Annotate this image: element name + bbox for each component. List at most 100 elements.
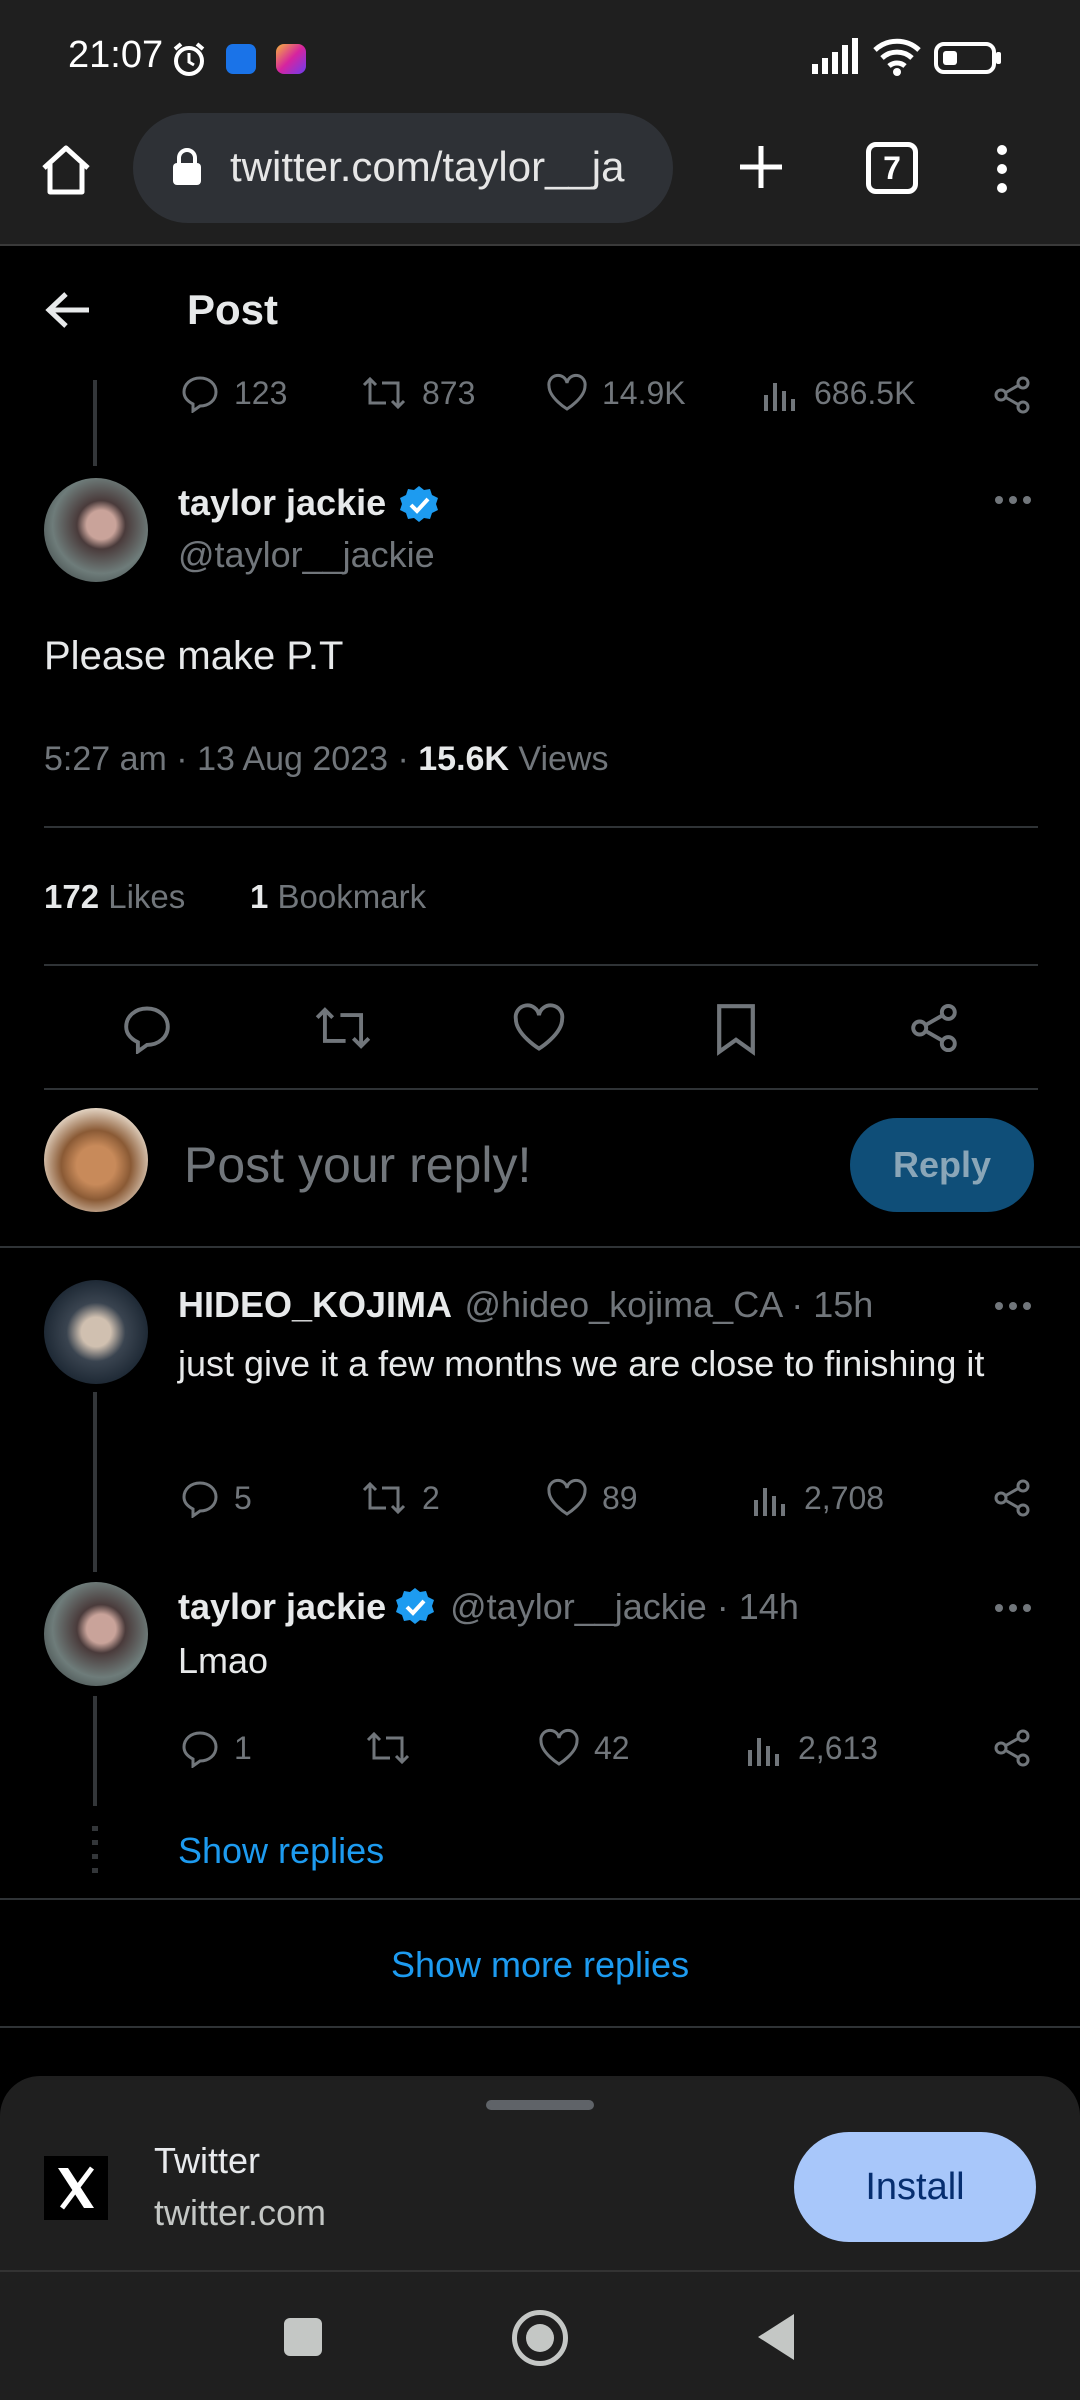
post-header: Post [0, 248, 1080, 380]
install-button[interactable]: Install [794, 2132, 1036, 2242]
prev-repost-count: 873 [422, 374, 476, 411]
alarm-icon [170, 40, 208, 78]
heart-icon [539, 1728, 579, 1766]
reply-count: 1 [234, 1729, 252, 1766]
repost-stat[interactable] [364, 1728, 426, 1768]
divider [0, 2026, 1080, 2028]
reply-author-name[interactable]: taylor jackie [178, 1586, 386, 1628]
address-bar[interactable]: twitter.com/taylor__ja [133, 113, 673, 223]
tab-switcher-button[interactable]: 7 [866, 142, 918, 194]
bookmark-icon[interactable] [712, 1002, 760, 1056]
views-icon [764, 383, 795, 411]
likes-count: 172 [44, 878, 100, 915]
heart-icon [547, 1478, 587, 1516]
repost-count: 2 [422, 1479, 440, 1516]
reply-author-handle[interactable]: @taylor__jackie · 14h [450, 1586, 799, 1628]
post-text: Please make P.T [44, 634, 344, 678]
x-logo-icon [44, 2156, 108, 2220]
prev-reply-count: 123 [234, 374, 288, 411]
home-nav-icon[interactable] [512, 2310, 568, 2366]
views-icon [754, 1488, 785, 1516]
bookmarks-count: 1 [250, 878, 269, 915]
views-count: 2,708 [804, 1479, 885, 1516]
url-text: twitter.com/taylor__ja [230, 143, 625, 190]
lock-icon [171, 147, 203, 187]
back-nav-icon[interactable] [756, 2312, 796, 2362]
status-time: 21:07 [68, 34, 164, 76]
repost-stat[interactable]: 2 [360, 1478, 440, 1518]
reply-icon [182, 1481, 218, 1518]
my-avatar [44, 1108, 148, 1212]
reply-author-handle[interactable]: @hideo_kojima_CA · 15h [465, 1284, 874, 1325]
prev-views-count: 686.5K [814, 374, 916, 411]
like-stat[interactable]: 42 [538, 1728, 630, 1768]
bookmarks-summary[interactable]: 1 Bookmark [250, 878, 426, 916]
more-options-icon[interactable] [994, 1602, 1032, 1614]
thread-line [93, 1696, 97, 1806]
reply-icon[interactable] [120, 1002, 174, 1054]
prev-like-count: 14.9K [602, 374, 686, 411]
repost-icon [362, 376, 406, 410]
reply-input[interactable]: Post your reply! [184, 1136, 531, 1194]
verified-badge-icon [396, 1588, 435, 1624]
avatar[interactable] [44, 478, 148, 582]
app-notification-icon [226, 44, 256, 74]
prev-like-stat[interactable]: 14.9K [546, 373, 686, 413]
reply-header: HIDEO_KOJIMA @hideo_kojima_CA · 15h [178, 1284, 873, 1326]
author-name[interactable]: taylor jackie [178, 482, 386, 524]
heart-icon [547, 373, 587, 411]
instagram-notification-icon [276, 44, 306, 74]
views-count: 2,613 [798, 1729, 879, 1766]
page-title: Post [187, 286, 279, 333]
heart-icon[interactable] [512, 1002, 566, 1054]
new-tab-icon[interactable] [736, 142, 786, 192]
share-icon[interactable] [992, 375, 1032, 415]
avatar[interactable] [44, 1280, 148, 1384]
drag-handle[interactable] [486, 2100, 594, 2110]
reply-icon [182, 376, 218, 413]
more-options-icon[interactable] [994, 1300, 1032, 1312]
app-domain: twitter.com [154, 2192, 327, 2233]
post-timestamp: 5:27 am · 13 Aug 2023 · 15.6K Views [44, 740, 609, 779]
recents-icon[interactable] [284, 2318, 322, 2356]
views-stat[interactable]: 2,708 [750, 1478, 884, 1518]
divider [0, 1898, 1080, 1900]
share-icon[interactable] [992, 1728, 1032, 1768]
repost-icon[interactable] [312, 1002, 374, 1054]
author-handle[interactable]: @taylor__jackie [178, 534, 435, 576]
home-icon[interactable] [38, 142, 94, 196]
like-count: 42 [594, 1729, 630, 1766]
divider [44, 964, 1038, 966]
thread-line [93, 1392, 97, 1572]
app-name: Twitter [154, 2140, 261, 2181]
reply-author-name[interactable]: HIDEO_KOJIMA [178, 1284, 452, 1325]
likes-label: Likes [99, 878, 186, 915]
avatar[interactable] [44, 1582, 148, 1686]
share-icon[interactable] [992, 1478, 1032, 1518]
likes-summary[interactable]: 172 Likes [44, 878, 185, 916]
wifi-icon [872, 38, 922, 76]
reply-stat[interactable]: 1 [180, 1728, 252, 1768]
divider [44, 1088, 1038, 1090]
bookmarks-label: Bookmark [268, 878, 427, 915]
reply-count: 5 [234, 1479, 252, 1516]
browser-toolbar: twitter.com/taylor__ja 7 [0, 110, 1080, 246]
back-arrow-icon[interactable] [44, 290, 92, 330]
like-stat[interactable]: 89 [546, 1478, 638, 1518]
more-menu-icon[interactable] [994, 144, 1010, 194]
thread-line [93, 380, 97, 466]
more-options-icon[interactable] [994, 494, 1032, 506]
prev-reply-stat[interactable]: 123 [180, 373, 287, 413]
show-replies-link[interactable]: Show replies [178, 1830, 384, 1872]
post-views-count: 15.6K [418, 740, 509, 778]
reply-button[interactable]: Reply [850, 1118, 1034, 1212]
divider [0, 1246, 1080, 1248]
views-stat[interactable]: 2,613 [744, 1728, 878, 1768]
like-count: 89 [602, 1479, 638, 1516]
post-views-label: Views [508, 740, 609, 778]
prev-repost-stat[interactable]: 873 [360, 373, 475, 413]
share-icon[interactable] [908, 1002, 960, 1054]
prev-views-stat[interactable]: 686.5K [760, 373, 915, 413]
show-more-replies-link[interactable]: Show more replies [0, 1944, 1080, 1986]
reply-stat[interactable]: 5 [180, 1478, 252, 1518]
